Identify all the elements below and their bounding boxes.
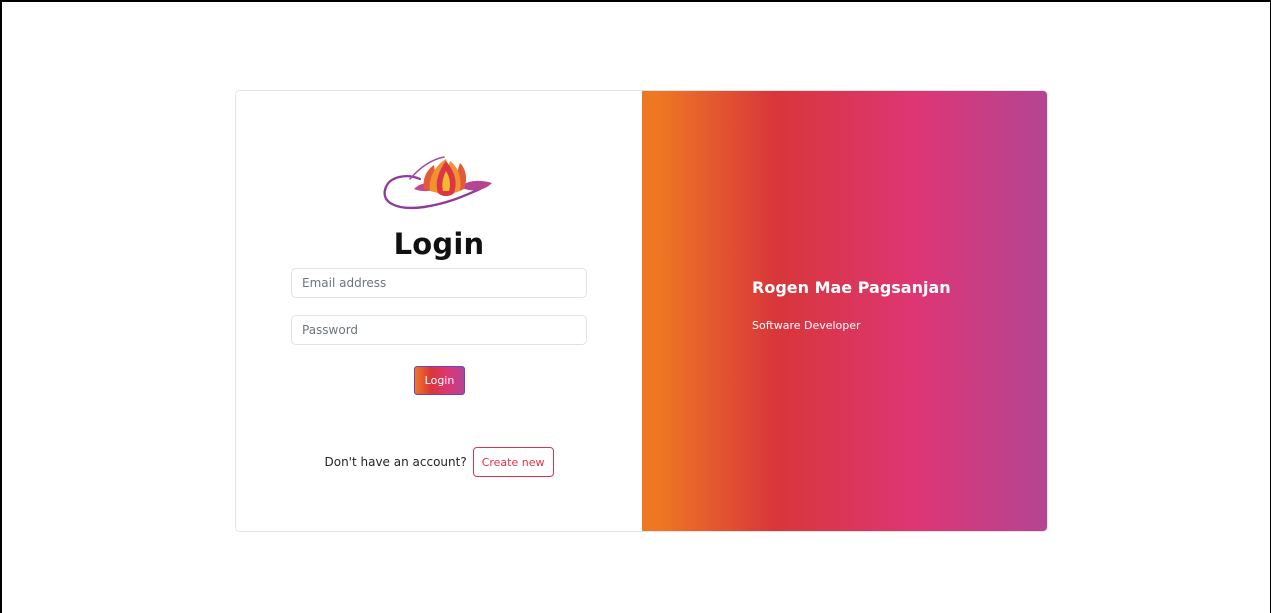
login-form-panel: Login Login Don't have an account? Creat…	[236, 91, 642, 531]
login-title: Login	[393, 227, 485, 261]
email-input[interactable]	[291, 268, 587, 298]
brand-role: Software Developer	[752, 319, 861, 332]
lotus-logo-icon	[383, 156, 492, 210]
brand-panel: Rogen Mae Pagsanjan Software Developer	[642, 91, 1047, 531]
signup-row: Don't have an account? Create new	[236, 447, 642, 477]
login-card: Login Login Don't have an account? Creat…	[235, 90, 1048, 532]
login-button[interactable]: Login	[414, 366, 465, 395]
signup-prompt: Don't have an account?	[324, 455, 467, 469]
browser-viewport: Login Login Don't have an account? Creat…	[0, 0, 1271, 613]
create-account-button[interactable]: Create new	[472, 447, 554, 477]
password-input[interactable]	[291, 315, 587, 345]
brand-name: Rogen Mae Pagsanjan	[752, 278, 951, 297]
